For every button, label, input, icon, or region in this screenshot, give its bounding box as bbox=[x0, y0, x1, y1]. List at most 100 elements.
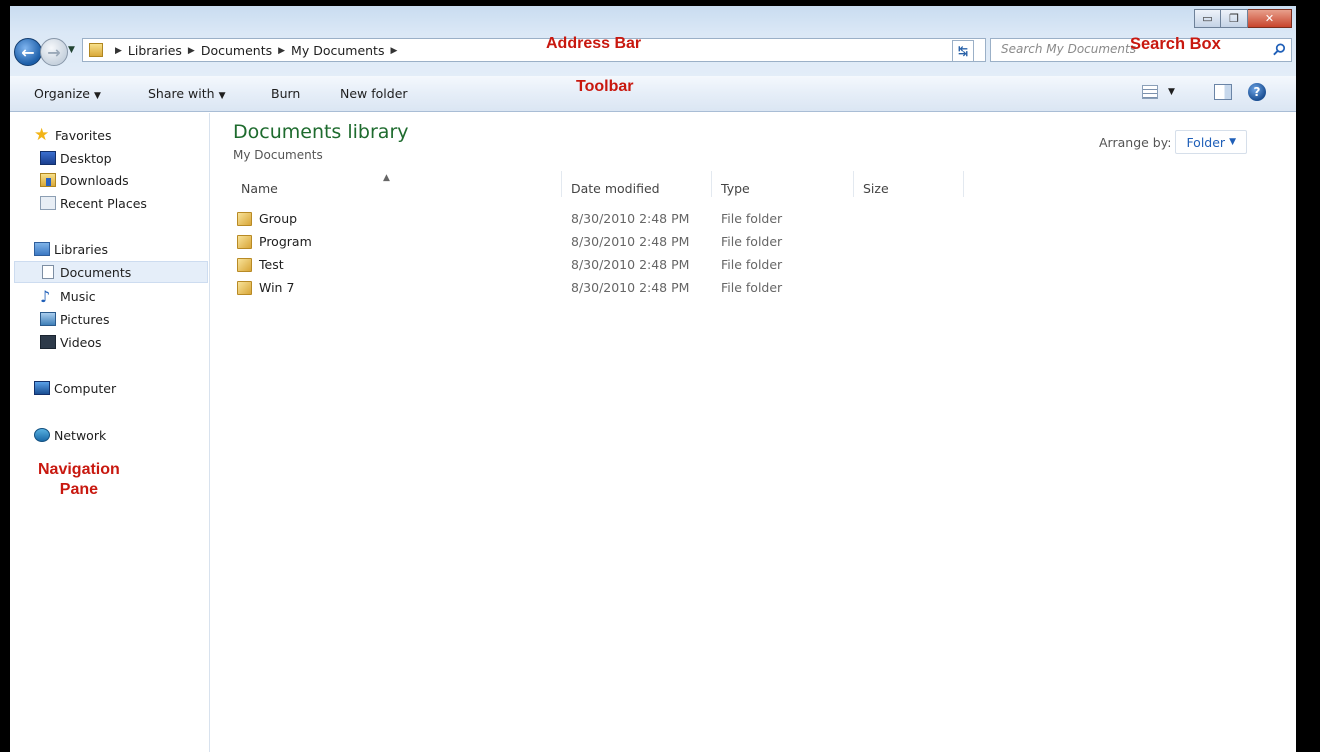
annotation-search-box: Search Box bbox=[1130, 35, 1221, 53]
nav-downloads-label: Downloads bbox=[60, 172, 129, 188]
table-row[interactable]: Group 8/30/2010 2:48 PM File folder bbox=[231, 208, 971, 230]
breadcrumb-arrow-icon[interactable]: ▶ bbox=[188, 46, 195, 56]
file-date: 8/30/2010 2:48 PM bbox=[571, 280, 690, 295]
file-name: Group bbox=[259, 211, 298, 226]
search-input[interactable] bbox=[1001, 42, 1151, 56]
navigation-row: ← → ▼ ▶ Libraries ▶ Documents ▶ My Docum… bbox=[10, 35, 1296, 67]
library-subtitle: My Documents bbox=[233, 148, 323, 162]
new-folder-button[interactable]: New folder bbox=[340, 86, 408, 101]
window-controls: ▭ ❐ ✕ bbox=[1194, 9, 1292, 28]
recent-places-icon bbox=[40, 196, 56, 210]
screenshot-frame: ▭ ❐ ✕ ← → ▼ ▶ Libraries ▶ Documents ▶ My bbox=[0, 0, 1320, 752]
file-type: File folder bbox=[721, 257, 783, 272]
breadcrumb-arrow-icon[interactable]: ▶ bbox=[115, 46, 122, 56]
breadcrumb-libraries[interactable]: Libraries bbox=[128, 43, 182, 58]
videos-icon bbox=[40, 335, 56, 349]
title-bar: ▭ ❐ ✕ ← → ▼ ▶ Libraries ▶ Documents ▶ My bbox=[10, 6, 1296, 76]
pictures-icon bbox=[40, 312, 56, 326]
column-divider[interactable] bbox=[963, 171, 964, 197]
nav-desktop-label: Desktop bbox=[60, 150, 112, 166]
back-button[interactable]: ← bbox=[14, 38, 42, 66]
nav-pictures-label: Pictures bbox=[60, 311, 110, 327]
preview-pane-button[interactable] bbox=[1214, 84, 1232, 100]
burn-button[interactable]: Burn bbox=[271, 86, 300, 101]
address-bar[interactable]: ▶ Libraries ▶ Documents ▶ My Documents ▶… bbox=[82, 38, 1010, 62]
search-icon[interactable] bbox=[1272, 42, 1287, 57]
recent-pages-button[interactable]: ▼ bbox=[68, 45, 75, 55]
file-type: File folder bbox=[721, 211, 783, 226]
breadcrumb-arrow-icon[interactable]: ▶ bbox=[278, 46, 285, 56]
maximize-button[interactable]: ❐ bbox=[1221, 9, 1248, 28]
share-with-button[interactable]: Share with ▼ bbox=[148, 86, 226, 101]
minimize-button[interactable]: ▭ bbox=[1194, 9, 1221, 28]
column-divider[interactable] bbox=[561, 171, 562, 197]
forward-arrow-icon: → bbox=[47, 42, 61, 62]
back-arrow-icon: ← bbox=[21, 42, 35, 62]
toolbar: Organize ▼ Share with ▼ Burn New folder ▼ … bbox=[10, 76, 1296, 112]
column-divider[interactable] bbox=[711, 171, 712, 197]
column-header-size[interactable]: Size bbox=[863, 181, 889, 196]
file-name: Program bbox=[259, 234, 312, 249]
content-pane: Documents library My Documents Arrange b… bbox=[211, 113, 1296, 752]
breadcrumb-arrow-icon[interactable]: ▶ bbox=[390, 46, 397, 56]
arrange-by: Arrange by: Folder ▼ bbox=[1099, 130, 1247, 154]
column-headers: ▲ Name Date modified Type Size bbox=[231, 171, 971, 201]
nav-computer-label: Computer bbox=[54, 380, 117, 396]
nav-desktop[interactable]: Desktop bbox=[40, 147, 112, 169]
border-right bbox=[1296, 0, 1320, 752]
change-view-button[interactable]: ▼ bbox=[1142, 85, 1175, 99]
chevron-down-icon: ▼ bbox=[1168, 87, 1175, 97]
nav-pictures[interactable]: Pictures bbox=[40, 308, 110, 330]
file-name: Test bbox=[259, 257, 284, 272]
annotation-navigation-line1: Navigation bbox=[38, 461, 120, 478]
maximize-icon: ❐ bbox=[1229, 12, 1239, 25]
nav-music[interactable]: ♪ Music bbox=[40, 285, 96, 307]
nav-favorites-label: Favorites bbox=[55, 127, 112, 143]
chevron-down-icon: ▼ bbox=[1229, 137, 1236, 147]
breadcrumb-documents[interactable]: Documents bbox=[201, 43, 272, 58]
nav-libraries[interactable]: Libraries bbox=[34, 238, 108, 260]
close-button[interactable]: ✕ bbox=[1248, 9, 1292, 28]
column-header-name[interactable]: Name bbox=[241, 181, 278, 196]
arrange-by-value: Folder bbox=[1186, 134, 1226, 150]
explorer-window: ▭ ❐ ✕ ← → ▼ ▶ Libraries ▶ Documents ▶ My bbox=[10, 6, 1296, 752]
breadcrumb-my-documents[interactable]: My Documents bbox=[291, 43, 384, 58]
nav-recent-places[interactable]: Recent Places bbox=[40, 192, 147, 214]
refresh-button[interactable]: ↹ bbox=[952, 40, 974, 62]
file-name: Win 7 bbox=[259, 280, 295, 295]
annotation-toolbar: Toolbar bbox=[576, 78, 634, 95]
minimize-icon: ▭ bbox=[1202, 12, 1213, 25]
chevron-down-icon: ▼ bbox=[218, 91, 226, 101]
organize-button[interactable]: Organize ▼ bbox=[34, 86, 101, 101]
nav-computer[interactable]: Computer bbox=[34, 377, 116, 399]
downloads-icon bbox=[40, 173, 56, 187]
arrange-by-label: Arrange by: bbox=[1099, 134, 1172, 150]
sort-ascending-icon: ▲ bbox=[383, 173, 390, 183]
table-row[interactable]: Program 8/30/2010 2:48 PM File folder bbox=[231, 231, 971, 253]
chevron-down-icon: ▼ bbox=[94, 91, 101, 101]
column-header-type[interactable]: Type bbox=[721, 181, 750, 196]
nav-documents[interactable]: Documents bbox=[14, 261, 208, 283]
arrange-by-dropdown[interactable]: Folder ▼ bbox=[1175, 130, 1247, 154]
file-date: 8/30/2010 2:48 PM bbox=[571, 257, 690, 272]
file-type: File folder bbox=[721, 234, 783, 249]
column-header-date-modified[interactable]: Date modified bbox=[571, 181, 660, 196]
nav-favorites[interactable]: ★ Favorites bbox=[34, 124, 111, 146]
nav-recent-places-label: Recent Places bbox=[60, 195, 147, 211]
table-row[interactable]: Test 8/30/2010 2:48 PM File folder bbox=[231, 254, 971, 276]
file-date: 8/30/2010 2:48 PM bbox=[571, 211, 690, 226]
table-row[interactable]: Win 7 8/30/2010 2:48 PM File folder bbox=[231, 277, 971, 299]
folder-icon bbox=[237, 212, 252, 226]
folder-icon bbox=[237, 258, 252, 272]
forward-button[interactable]: → bbox=[40, 38, 68, 66]
navigation-pane: ★ Favorites Desktop Downloads Recent Pla… bbox=[10, 113, 210, 752]
views-icon bbox=[1142, 85, 1158, 99]
column-divider[interactable] bbox=[853, 171, 854, 197]
nav-downloads[interactable]: Downloads bbox=[40, 169, 129, 191]
file-type: File folder bbox=[721, 280, 783, 295]
nav-network[interactable]: Network bbox=[34, 424, 106, 446]
computer-icon bbox=[34, 381, 50, 395]
help-button[interactable]: ? bbox=[1248, 83, 1266, 101]
nav-videos[interactable]: Videos bbox=[40, 331, 102, 353]
nav-documents-label: Documents bbox=[60, 264, 132, 280]
